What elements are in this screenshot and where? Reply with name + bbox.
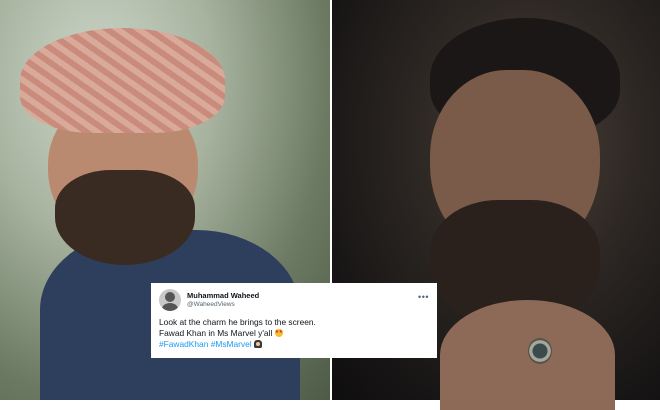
- tweet-line-2-text: Fawad Khan in Ms Marvel y'all: [159, 328, 273, 338]
- hand-shape: [440, 300, 615, 410]
- turban-shape: [20, 28, 225, 133]
- hashtag-msmarvel[interactable]: #MsMarvel: [211, 339, 252, 349]
- tweet-text: Look at the charm he brings to the scree…: [159, 317, 429, 350]
- tweet-header: Muhammad Waheed @WaheedViews •••: [159, 288, 429, 312]
- display-name[interactable]: Muhammad Waheed: [187, 291, 418, 300]
- woman-emoji-icon: [253, 340, 262, 348]
- user-handle[interactable]: @WaheedViews: [187, 300, 418, 309]
- more-options-icon[interactable]: •••: [418, 292, 429, 302]
- beard-shape: [55, 170, 195, 265]
- author-names: Muhammad Waheed @WaheedViews: [187, 291, 418, 309]
- hashtag-fawadkhan[interactable]: #FawadKhan: [159, 339, 208, 349]
- tweet-card[interactable]: Muhammad Waheed @WaheedViews ••• Look at…: [151, 283, 437, 358]
- star-struck-emoji-icon: [274, 327, 283, 338]
- avatar[interactable]: [159, 289, 181, 311]
- tweet-line-3: #FawadKhan #MsMarvel: [159, 339, 429, 350]
- ring-shape: [528, 338, 552, 364]
- tweet-line-2: Fawad Khan in Ms Marvel y'all: [159, 327, 429, 339]
- tweet-line-1: Look at the charm he brings to the scree…: [159, 317, 316, 327]
